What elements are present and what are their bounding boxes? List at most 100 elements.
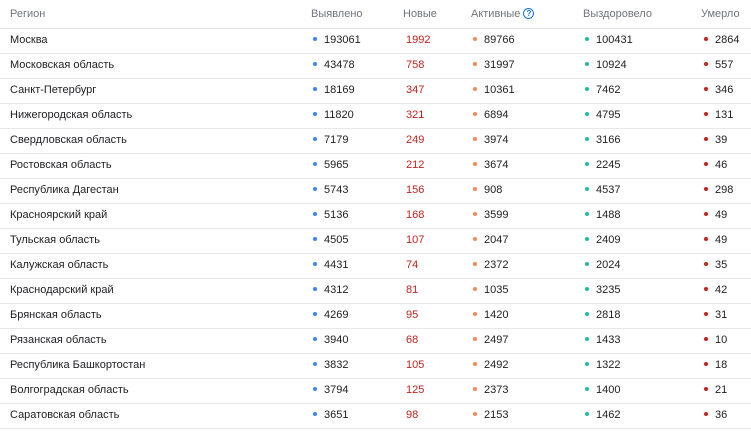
recovered-dot-icon bbox=[585, 312, 589, 317]
recovered-cell: 1322 bbox=[585, 353, 620, 378]
detected-cell-value: 4505 bbox=[324, 234, 349, 246]
recovered-cell: 1433 bbox=[585, 328, 620, 353]
detected-cell-value: 5743 bbox=[324, 184, 349, 196]
died-dot-icon bbox=[704, 137, 708, 142]
detected-cell: 5136 bbox=[313, 203, 348, 228]
died-dot-icon bbox=[704, 237, 708, 242]
region-cell: Рязанская область bbox=[10, 328, 107, 353]
died-cell-value: 46 bbox=[715, 159, 728, 171]
active-cell: 2153 bbox=[473, 403, 508, 428]
active-cell-value: 908 bbox=[484, 184, 503, 196]
active-dot-icon bbox=[473, 62, 477, 67]
detected-cell: 3794 bbox=[313, 378, 348, 403]
region-cell-value: Санкт-Петербург bbox=[10, 84, 97, 96]
region-cell-value: Рязанская область bbox=[10, 334, 107, 346]
region-cell-value: Краснодарский край bbox=[10, 284, 114, 296]
table-row[interactable]: Республика Дагестан 5743 156 908 4537 298 bbox=[0, 178, 751, 204]
died-dot-icon bbox=[704, 337, 708, 342]
new-cell: 125 bbox=[406, 378, 424, 403]
active-cell-value: 1420 bbox=[484, 309, 509, 321]
header-region[interactable]: Регион bbox=[10, 0, 45, 28]
detected-cell-value: 3940 bbox=[324, 334, 349, 346]
active-cell-value: 2153 bbox=[484, 409, 509, 421]
died-cell: 346 bbox=[704, 78, 733, 103]
region-cell: Тульская область bbox=[10, 228, 100, 253]
table-row[interactable]: Свердловская область 7179 249 3974 3166 39 bbox=[0, 128, 751, 154]
recovered-dot-icon bbox=[585, 112, 589, 117]
info-icon[interactable]: ? bbox=[523, 7, 535, 19]
died-cell-value: 31 bbox=[715, 309, 728, 321]
new-cell-value: 74 bbox=[406, 259, 419, 271]
new-cell: 98 bbox=[406, 403, 418, 428]
recovered-cell: 3166 bbox=[585, 128, 620, 153]
detected-dot-icon bbox=[313, 387, 317, 392]
header-recovered[interactable]: Выздоровело bbox=[583, 0, 652, 28]
died-cell-value: 10 bbox=[715, 334, 728, 346]
table-row[interactable]: Тульская область 4505 107 2047 2409 49 bbox=[0, 228, 751, 254]
detected-cell: 4269 bbox=[313, 303, 348, 328]
active-cell: 908 bbox=[473, 178, 502, 203]
died-cell: 21 bbox=[704, 378, 727, 403]
header-active[interactable]: Активные? bbox=[471, 0, 535, 28]
region-cell-value: Красноярский край bbox=[10, 209, 108, 221]
table-row[interactable]: Москва 193061 1992 89766 100431 2864 bbox=[0, 28, 751, 54]
active-cell-value: 2373 bbox=[484, 384, 509, 396]
active-dot-icon bbox=[473, 87, 477, 92]
table-row[interactable]: Республика Башкортостан 3832 105 2492 1322 18 bbox=[0, 353, 751, 379]
died-cell-value: 2864 bbox=[715, 34, 740, 46]
detected-dot-icon bbox=[313, 137, 317, 142]
recovered-dot-icon bbox=[585, 62, 589, 67]
recovered-cell-value: 3166 bbox=[596, 134, 621, 146]
detected-cell: 3651 bbox=[313, 403, 348, 428]
region-cell: Московская область bbox=[10, 53, 114, 78]
active-cell: 3674 bbox=[473, 153, 508, 178]
detected-dot-icon bbox=[313, 62, 317, 67]
recovered-cell: 100431 bbox=[585, 28, 633, 53]
table-row[interactable]: Волгоградская область 3794 125 2373 1400 21 bbox=[0, 378, 751, 404]
table-row[interactable]: Краснодарский край 4312 81 1035 3235 42 bbox=[0, 278, 751, 304]
died-dot-icon bbox=[704, 162, 708, 167]
died-cell-value: 49 bbox=[715, 209, 728, 221]
new-cell: 74 bbox=[406, 253, 418, 278]
table-row[interactable]: Нижегородская область 11820 321 6894 4795 131 bbox=[0, 103, 751, 129]
region-cell-value: Тульская область bbox=[10, 234, 100, 246]
table-row[interactable]: Брянская область 4269 95 1420 2818 31 bbox=[0, 303, 751, 329]
region-cell: Свердловская область bbox=[10, 128, 127, 153]
new-cell: 156 bbox=[406, 178, 424, 203]
recovered-dot-icon bbox=[585, 262, 589, 267]
table-row[interactable]: Саратовская область 3651 98 2153 1462 36 bbox=[0, 403, 751, 429]
recovered-dot-icon bbox=[585, 137, 589, 142]
active-dot-icon bbox=[473, 287, 477, 292]
region-cell: Краснодарский край bbox=[10, 278, 114, 303]
table-row[interactable]: Ростовская область 5965 212 3674 2245 46 bbox=[0, 153, 751, 179]
region-cell-value: Нижегородская область bbox=[10, 109, 133, 121]
detected-cell-value: 18169 bbox=[324, 84, 355, 96]
detected-cell-value: 11820 bbox=[324, 109, 354, 121]
new-cell-value: 125 bbox=[406, 384, 425, 396]
table-row[interactable]: Рязанская область 3940 68 2497 1433 10 bbox=[0, 328, 751, 354]
header-died[interactable]: Умерло bbox=[701, 0, 740, 28]
detected-dot-icon bbox=[313, 37, 317, 42]
recovered-dot-icon bbox=[585, 237, 589, 242]
recovered-cell-value: 100431 bbox=[596, 34, 633, 46]
died-cell: 39 bbox=[704, 128, 727, 153]
table-row[interactable]: Московская область 43478 758 31997 10924 557 bbox=[0, 53, 751, 79]
table-row[interactable]: Красноярский край 5136 168 3599 1488 49 bbox=[0, 203, 751, 229]
region-cell: Саратовская область bbox=[10, 403, 119, 428]
header-new[interactable]: Новые bbox=[403, 0, 437, 28]
detected-dot-icon bbox=[313, 362, 317, 367]
recovered-dot-icon bbox=[585, 337, 589, 342]
active-cell: 31997 bbox=[473, 53, 515, 78]
detected-cell-value: 193061 bbox=[324, 34, 361, 46]
active-cell-value: 2047 bbox=[484, 234, 509, 246]
new-cell: 68 bbox=[406, 328, 418, 353]
detected-cell: 7179 bbox=[313, 128, 348, 153]
detected-cell: 193061 bbox=[313, 28, 361, 53]
died-dot-icon bbox=[704, 112, 708, 117]
region-cell-value: Волгоградская область bbox=[10, 384, 129, 396]
header-detected[interactable]: Выявлено bbox=[311, 0, 363, 28]
region-cell-value: Брянская область bbox=[10, 309, 102, 321]
table-row[interactable]: Санкт-Петербург 18169 347 10361 7462 346 bbox=[0, 78, 751, 104]
active-dot-icon bbox=[473, 212, 477, 217]
table-row[interactable]: Калужская область 4431 74 2372 2024 35 bbox=[0, 253, 751, 279]
